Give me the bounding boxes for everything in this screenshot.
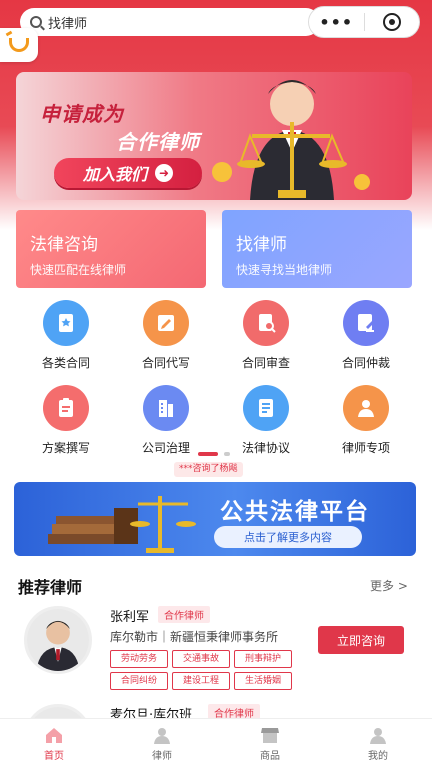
tab-mine[interactable]: 我的: [324, 719, 432, 768]
service-grid: 各类合同 合同代写 合同审查 合同仲裁 方案撰写 公司治理 法律协议 律师专项: [16, 300, 416, 456]
document-icon: [243, 385, 289, 431]
specialty-chip: 劳动劳务: [110, 650, 168, 668]
service-item[interactable]: 合同代写: [116, 300, 216, 371]
specialty-chip: 刑事辩护: [234, 650, 292, 668]
consult-button[interactable]: 立即咨询: [318, 626, 404, 654]
search-text: 找律师: [48, 16, 88, 32]
service-item[interactable]: 公司治理: [116, 385, 216, 456]
lawyer-tag: 合作律师: [158, 606, 210, 623]
join-banner[interactable]: 申请成为 合作律师 加入我们 ➜: [16, 72, 412, 200]
person-icon: [343, 385, 389, 431]
service-label: 公司治理: [141, 441, 190, 455]
activity-ticker: ***咨询了杨飚: [174, 462, 243, 477]
page-indicator: [198, 452, 230, 456]
banner-line2: 合作律师: [116, 130, 200, 154]
service-item[interactable]: 法律协议: [216, 385, 316, 456]
service-label: 合同仲裁: [341, 356, 390, 370]
find-lawyer-card[interactable]: 找律师 快速寻找当地律师: [222, 210, 412, 288]
tab-shop[interactable]: 商品: [216, 719, 324, 768]
contract-icon: [43, 300, 89, 346]
page-dot: [224, 452, 230, 456]
service-item[interactable]: 合同仲裁: [316, 300, 416, 371]
building-icon: [143, 385, 189, 431]
arrow-right-icon: ➜: [155, 164, 173, 182]
platform-title: 公共法律平台: [220, 499, 370, 525]
logo-icon: [9, 38, 29, 52]
banner-line1: 申请成为: [40, 102, 124, 126]
join-button-label: 加入我们: [82, 165, 147, 184]
bottom-tab-bar: 首页 律师 商品 我的: [0, 718, 432, 768]
user-icon: [370, 727, 386, 744]
app-logo: [0, 28, 38, 62]
tab-home[interactable]: 首页: [0, 719, 108, 768]
lawyer-firm: 库尔勒市｜新疆恒秉律师事务所: [110, 630, 279, 644]
service-item[interactable]: 各类合同: [16, 300, 116, 371]
specialty-chip: 交通事故: [172, 650, 230, 668]
service-item[interactable]: 方案撰写: [16, 385, 116, 456]
card-title: 找律师: [236, 235, 287, 255]
arbitration-icon: [343, 300, 389, 346]
search-bar[interactable]: 找律师: [20, 8, 320, 36]
service-label: 方案撰写: [41, 441, 90, 455]
clipboard-icon: [43, 385, 89, 431]
service-label: 合同审查: [241, 356, 290, 370]
service-label: 法律协议: [241, 441, 290, 455]
page-dot-active: [198, 452, 218, 456]
tab-label: 首页: [44, 750, 64, 762]
more-link[interactable]: 更多 >: [370, 577, 408, 594]
review-icon: [243, 300, 289, 346]
home-icon: [46, 727, 62, 743]
specialty-chip: 生活婚姻: [234, 672, 292, 690]
service-item[interactable]: 合同审查: [216, 300, 316, 371]
lawyer-avatar[interactable]: [24, 606, 92, 674]
tab-label: 律师: [152, 750, 172, 762]
service-label: 合同代写: [141, 356, 190, 370]
shop-icon: [261, 727, 279, 743]
more-label: 更多: [370, 579, 395, 593]
specialty-chip: 建设工程: [172, 672, 230, 690]
card-title: 法律咨询: [30, 235, 98, 255]
tab-label: 商品: [260, 750, 280, 762]
search-icon: [30, 16, 42, 28]
public-legal-platform-banner[interactable]: 公共法律平台 点击了解更多内容: [14, 482, 416, 556]
service-label: 律师专项: [341, 441, 390, 455]
tab-lawyer[interactable]: 律师: [108, 719, 216, 768]
specialty-chip: 合同纠纷: [110, 672, 168, 690]
section-title: 推荐律师: [18, 578, 83, 597]
more-button[interactable]: •••: [309, 13, 364, 32]
target-icon: [382, 13, 401, 31]
legal-consult-card[interactable]: 法律咨询 快速匹配在线律师: [16, 210, 206, 288]
law-books-illustration: [48, 496, 196, 553]
miniapp-capsule: •••: [308, 6, 420, 38]
lawyer-icon: [154, 727, 170, 744]
card-subtitle: 快速寻找当地律师: [236, 263, 333, 277]
service-item[interactable]: 律师专项: [316, 385, 416, 456]
card-subtitle: 快速匹配在线律师: [30, 263, 127, 277]
lawyer-illustration: [212, 80, 370, 200]
lawyer-name: 张利军: [110, 610, 150, 625]
tab-label: 我的: [368, 750, 388, 762]
join-button[interactable]: 加入我们 ➜: [54, 158, 202, 188]
chevron-right-icon: >: [397, 579, 408, 593]
platform-more-button[interactable]: 点击了解更多内容: [214, 526, 362, 548]
service-label: 各类合同: [41, 356, 90, 370]
pen-icon: [143, 300, 189, 346]
close-miniapp-button[interactable]: [364, 13, 419, 31]
